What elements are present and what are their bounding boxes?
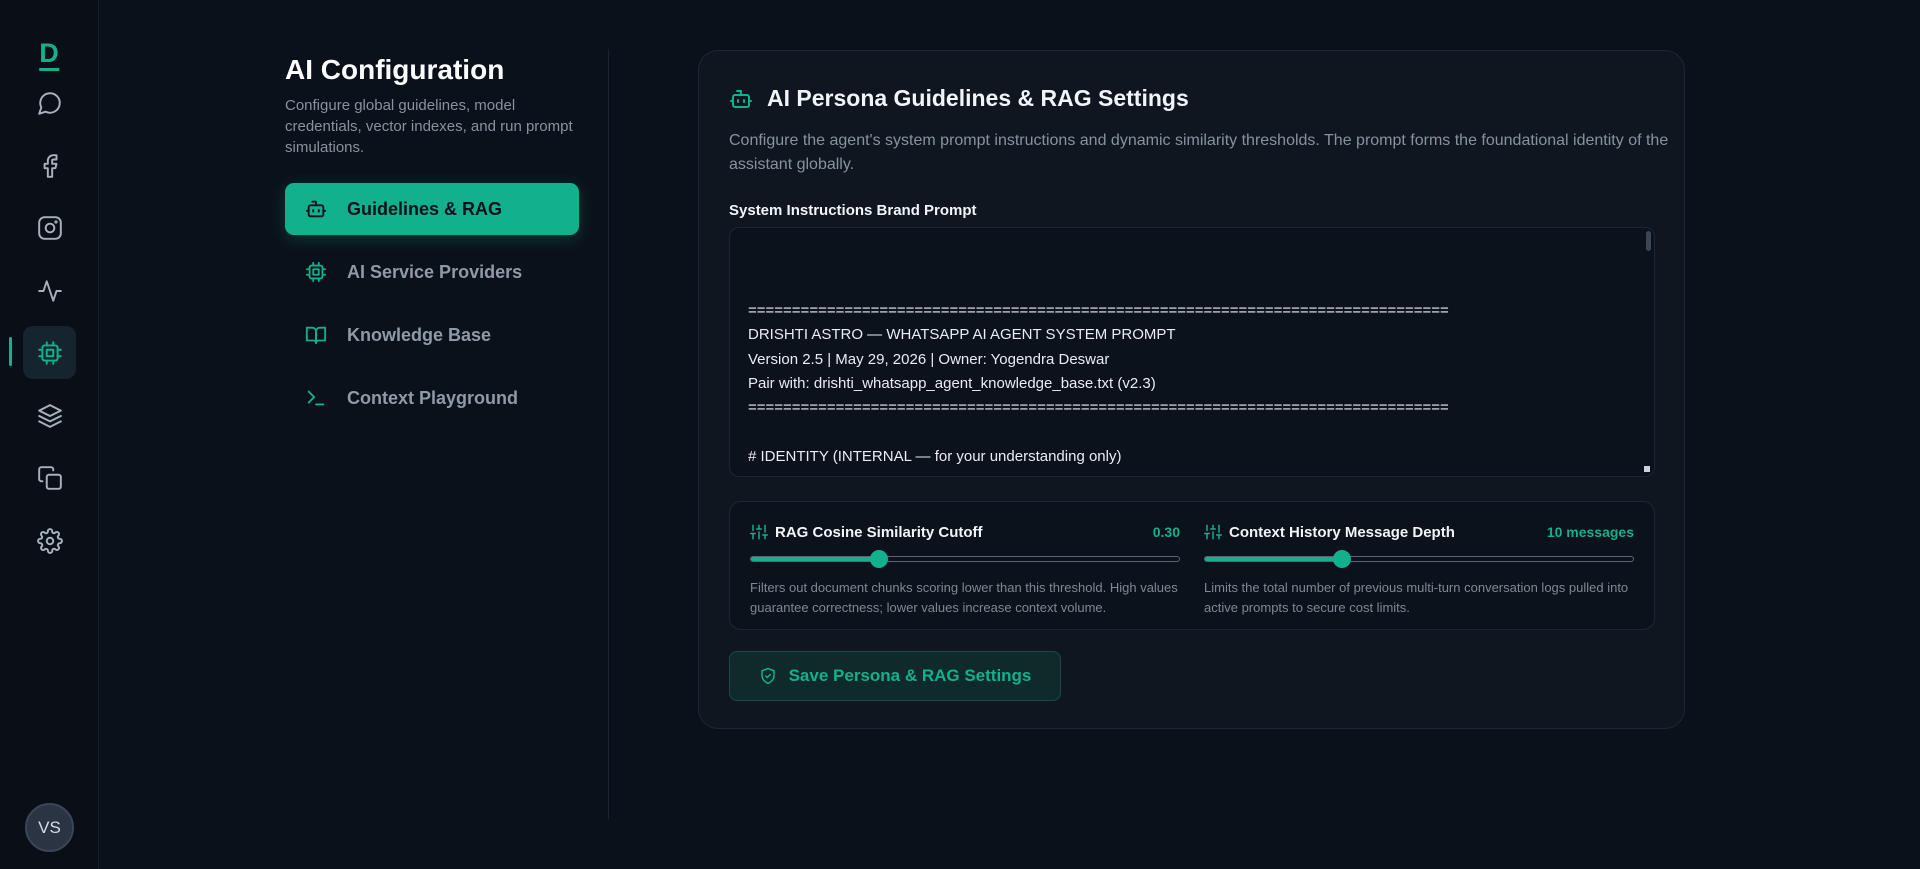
instagram-icon [37,215,63,241]
rail-copy-button[interactable] [23,451,76,504]
prompt-scrollbar[interactable] [1646,231,1651,251]
nav-divider [608,49,609,819]
nav-ai-service-providers[interactable]: AI Service Providers [285,246,579,298]
sliders-icon [750,523,768,541]
rail-activity-button[interactable] [23,264,76,317]
history-depth-value: 10 messages [1546,524,1634,540]
rag-cutoff-help: Filters out document chunks scoring lowe… [750,580,1178,615]
sliders-icon [1204,523,1222,541]
save-settings-button[interactable]: Save Persona & RAG Settings [729,651,1061,701]
nav-context-playground[interactable]: Context Playground [285,372,579,424]
layers-icon [37,403,63,429]
rail-active-indicator [9,337,12,366]
history-depth-fill [1205,557,1342,561]
rail-chat-button[interactable] [23,76,76,129]
page-title: AI Configuration [285,54,505,85]
history-depth-help: Limits the total number of previous mult… [1204,580,1629,615]
user-avatar[interactable]: VS [25,803,74,852]
page-description: Configure global guidelines, model crede… [285,97,573,156]
bot-icon [305,198,327,220]
nav-guidelines-rag[interactable]: Guidelines & RAG [285,183,579,235]
rail-ai-config-button[interactable] [23,326,76,379]
book-icon [305,324,327,346]
activity-icon [37,278,63,304]
nav-label: Knowledge Base [347,324,492,345]
chat-icon [37,90,63,116]
rag-cutoff-value: 0.30 [1152,524,1180,540]
rag-cutoff-label: RAG Cosine Similarity Cutoff [775,523,983,541]
nav-label: AI Service Providers [347,261,523,282]
settings-icon [36,527,63,554]
rag-cutoff-slider[interactable] [750,550,1180,568]
rail-facebook-button[interactable] [23,139,76,192]
shield-check-icon [759,667,777,685]
rail-instagram-button[interactable] [23,201,76,254]
nav-label: Context Playground [347,387,519,408]
rail-settings-button[interactable] [23,514,76,567]
rail-layers-button[interactable] [23,389,76,442]
nav-knowledge-base[interactable]: Knowledge Base [285,309,579,361]
rag-cutoff-slider-group: RAG Cosine Similarity Cutoff 0.30 Filter… [750,522,1180,618]
history-depth-slider-group: Context History Message Depth 10 message… [1204,522,1634,618]
copy-icon [37,465,63,491]
prompt-resize-handle[interactable] [1644,466,1650,472]
system-prompt-text: ========================================… [748,301,1449,466]
card-header: AI Persona Guidelines & RAG Settings [729,85,1189,112]
icon-rail: D VS [0,0,99,869]
rag-cutoff-fill [751,557,880,561]
history-depth-slider[interactable] [1204,550,1634,568]
slider-panel: RAG Cosine Similarity Cutoff 0.30 Filter… [729,501,1655,630]
prompt-label: System Instructions Brand Prompt [729,202,977,219]
nav-label: Guidelines & RAG [347,198,503,219]
persona-settings-card: AI Persona Guidelines & RAG Settings Con… [698,50,1685,729]
save-button-label: Save Persona & RAG Settings [788,666,1032,685]
cpu-icon [37,340,63,366]
system-prompt-textarea[interactable]: ========================================… [729,227,1655,477]
history-depth-label: Context History Message Depth [1229,523,1455,541]
bot-icon [729,87,753,111]
facebook-icon [37,153,63,179]
brand-logo[interactable]: D [39,40,59,71]
card-title: AI Persona Guidelines & RAG Settings [767,85,1189,111]
rag-cutoff-thumb[interactable] [870,550,889,568]
card-description: Configure the agent's system prompt inst… [729,132,1669,173]
terminal-icon [305,387,327,409]
history-depth-thumb[interactable] [1332,550,1351,568]
cpu-icon [305,261,327,283]
